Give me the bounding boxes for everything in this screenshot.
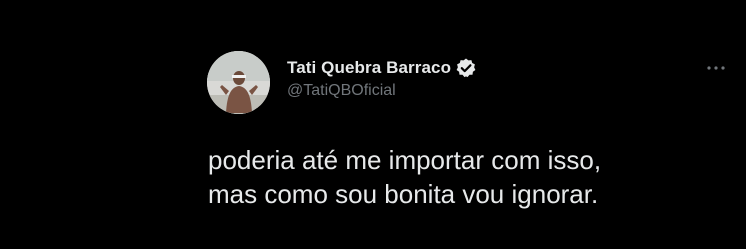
- author-name-row: Tati Quebra Barraco: [287, 56, 477, 80]
- author-display-name[interactable]: Tati Quebra Barraco: [287, 58, 451, 78]
- tweet-card[interactable]: Tati Quebra Barraco @TatiQBOficial poder…: [0, 0, 746, 249]
- avatar[interactable]: [207, 51, 270, 114]
- more-options-icon: [707, 66, 725, 70]
- tweet-text: poderia até me importar com isso, mas co…: [208, 145, 602, 209]
- tweet-author: Tati Quebra Barraco @TatiQBOficial: [287, 56, 477, 106]
- author-handle[interactable]: @TatiQBOficial: [287, 82, 477, 100]
- verified-badge-icon: [455, 57, 477, 79]
- profile-photo-icon: [207, 51, 270, 114]
- more-options-button[interactable]: [703, 60, 729, 76]
